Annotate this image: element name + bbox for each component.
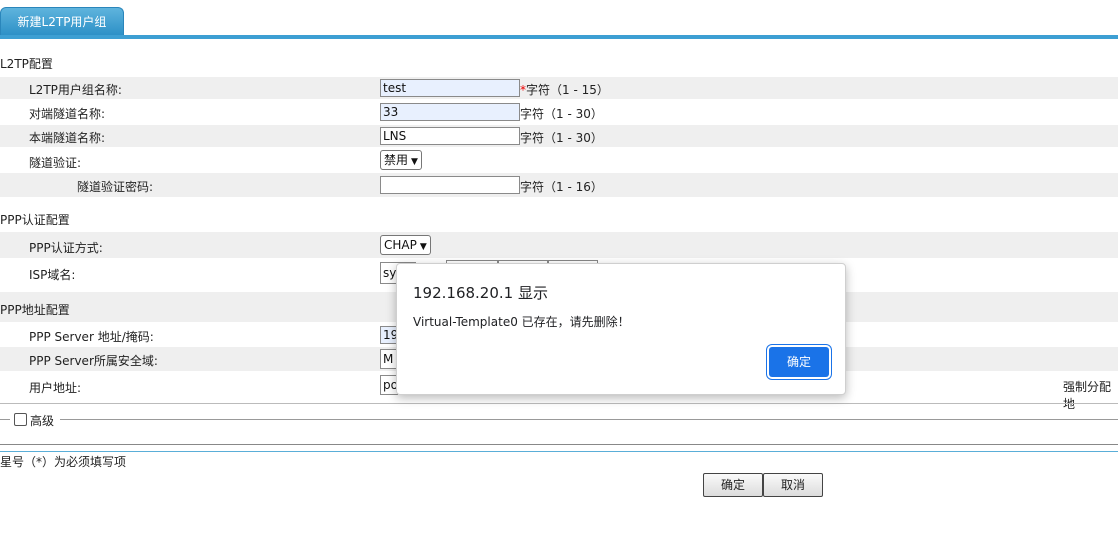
- advanced-fieldset: 高级: [0, 410, 1118, 430]
- ppp-auth-method-value: CHAP: [384, 238, 417, 252]
- tunnel-password-input[interactable]: [380, 176, 520, 194]
- row-peer-tunnel: 对端隧道名称: 33 字符（1 - 30）: [0, 101, 1118, 123]
- confirm-button[interactable]: 确定: [703, 473, 763, 497]
- tunnel-auth-value: 禁用: [384, 153, 409, 167]
- local-tunnel-label: 本端隧道名称:: [29, 131, 106, 145]
- chevron-down-icon: ▼: [411, 157, 418, 167]
- peer-tunnel-hint: 字符（1 - 30）: [520, 107, 603, 121]
- tunnel-auth-select[interactable]: 禁用 ▼: [380, 150, 422, 170]
- dialog-title: 192.168.20.1 显示: [413, 284, 548, 302]
- tunnel-auth-label: 隧道验证:: [29, 156, 82, 170]
- separator-blue: [0, 451, 1118, 452]
- force-assign-label: 强制分配地: [1063, 380, 1112, 411]
- fieldset-line-right: [60, 419, 1118, 420]
- isp-domain-label: ISP域名:: [29, 268, 76, 282]
- fieldset-line-left: [0, 419, 10, 420]
- section-title-ppp-addr: PPP地址配置: [0, 303, 70, 317]
- local-tunnel-input[interactable]: LNS: [380, 127, 520, 145]
- ppp-auth-method-label: PPP认证方式:: [29, 241, 103, 255]
- dialog-message: Virtual-Template0 已存在，请先删除！: [413, 315, 630, 329]
- section-title-ppp-auth: PPP认证配置: [0, 213, 70, 227]
- required-note: 星号（*）为必须填写项: [0, 455, 127, 469]
- section-title-l2tp: L2TP配置: [0, 57, 53, 71]
- row-ppp-auth-method: PPP认证方式: CHAP ▼: [0, 232, 1118, 258]
- tab-new-l2tp-group[interactable]: 新建L2TP用户组: [0, 7, 124, 36]
- group-name-hint-text: 字符（1 - 15）: [526, 83, 609, 97]
- alert-dialog: 192.168.20.1 显示 Virtual-Template0 已存在，请先…: [396, 263, 846, 395]
- divider: [0, 403, 1118, 404]
- advanced-checkbox[interactable]: [14, 413, 27, 426]
- peer-tunnel-input[interactable]: 33: [380, 103, 520, 121]
- tab-underline: [0, 35, 1118, 39]
- user-addr-label: 用户地址:: [29, 381, 82, 395]
- server-addr-label: PPP Server 地址/掩码:: [29, 330, 154, 344]
- row-group-name: L2TP用户组名称: test *字符（1 - 15）: [0, 77, 1118, 99]
- tunnel-password-label: 隧道验证密码:: [77, 180, 154, 194]
- group-name-input[interactable]: test: [380, 79, 520, 97]
- row-tunnel-auth: 隧道验证: 禁用 ▼: [0, 149, 1118, 171]
- local-tunnel-hint: 字符（1 - 30）: [520, 131, 603, 145]
- chevron-down-icon: ▼: [419, 242, 427, 252]
- ppp-auth-method-select[interactable]: CHAP ▼: [380, 235, 431, 255]
- separator-gray: [0, 444, 1118, 445]
- server-zone-label: PPP Server所属安全域:: [29, 354, 158, 368]
- group-name-hint: *字符（1 - 15）: [520, 81, 609, 98]
- tab-bar: 新建L2TP用户组: [0, 0, 1118, 40]
- tunnel-password-hint: 字符（1 - 16）: [520, 180, 603, 194]
- advanced-label: 高级: [30, 414, 55, 428]
- cancel-button[interactable]: 取消: [763, 473, 823, 497]
- row-tunnel-password: 隧道验证密码: 字符（1 - 16）: [0, 173, 1118, 197]
- dialog-ok-button[interactable]: 确定: [769, 347, 829, 377]
- group-name-label: L2TP用户组名称:: [29, 83, 122, 97]
- row-local-tunnel: 本端隧道名称: LNS 字符（1 - 30）: [0, 125, 1118, 147]
- peer-tunnel-label: 对端隧道名称:: [29, 107, 106, 121]
